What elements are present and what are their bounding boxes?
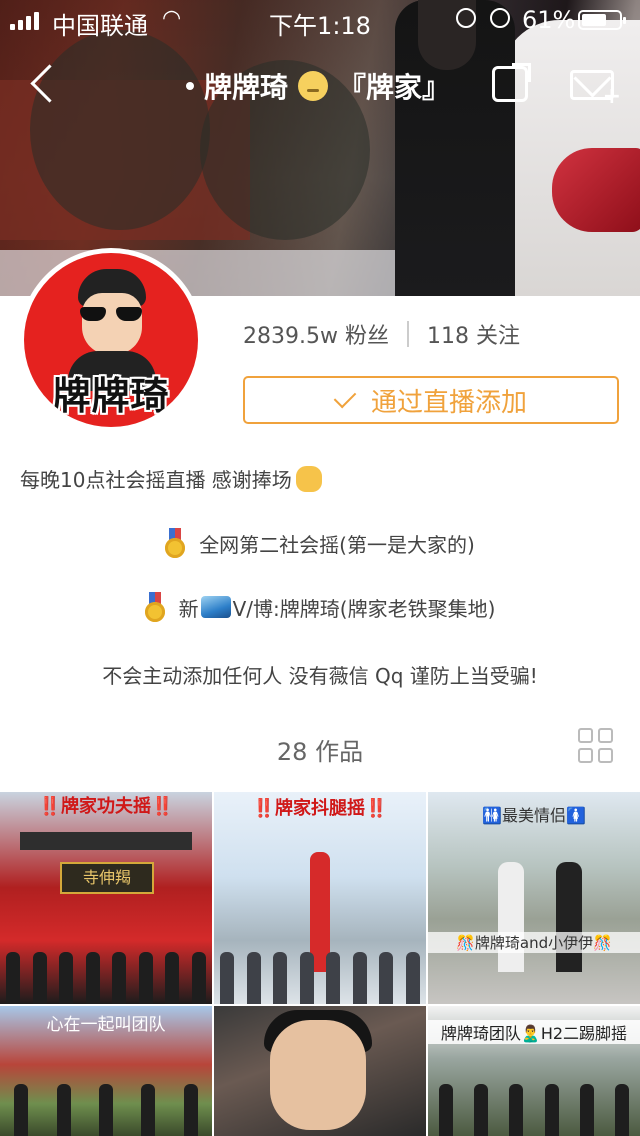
dancers [214, 944, 426, 1004]
followers-count[interactable]: 2839.5w 粉丝 [243, 318, 389, 350]
nav-title-suffix: 『牌家』 [338, 71, 451, 104]
avatar[interactable]: 牌牌琦 [19, 248, 203, 432]
plus-icon: + [602, 84, 621, 109]
dancers [428, 1084, 640, 1136]
work-caption: 牌牌琦团队🙎‍♂️H2二踢脚摇 [428, 1020, 640, 1044]
status-bar: 中国联通 ◠ 下午1:18 61% [0, 0, 640, 40]
work-caption: 心在一起叫团队 [46, 1015, 166, 1035]
gate-sign: 寺伸羯 [60, 862, 154, 894]
bio-line-4: 不会主动添加任何人 没有薇信 Qq 谨防上当受骗! [0, 660, 640, 689]
stats-divider [406, 321, 409, 347]
nav-title: 牌牌琦 『牌家』 [186, 66, 450, 106]
work-caption: 🚻最美情侣🚺 [482, 806, 586, 825]
works-count[interactable]: 28 作品 [0, 732, 640, 767]
alarm-icon [490, 8, 510, 28]
medal-icon [165, 528, 186, 558]
portrait-face [270, 1020, 366, 1130]
person-figure [498, 862, 524, 972]
bio-line-3-text: V/博:牌牌琦(牌家老铁聚集地) [232, 596, 496, 621]
share-button[interactable] [492, 66, 528, 102]
avatar-face [82, 293, 142, 355]
add-via-live-label: 通过直播添加 [370, 387, 527, 418]
dancers [0, 944, 212, 1004]
work-caption: ‼️牌家功夫摇‼️ [38, 796, 174, 817]
work-thumbnail[interactable]: 牌牌琦团队🙎‍♂️H2二踢脚摇 [428, 1006, 640, 1136]
wave-icon [200, 596, 231, 618]
bio-line-2-text: 全网第二社会摇(第一是大家的) [199, 532, 475, 557]
cover-car-light [552, 148, 640, 232]
nav-title-name: 牌牌琦 [204, 71, 289, 104]
gate-sign-text: 寺伸羯 [82, 868, 131, 887]
work-caption: ‼️牌家抖腿摇‼️ [252, 798, 388, 819]
rotation-lock-icon [456, 8, 476, 28]
battery-icon [578, 10, 626, 30]
bio-line-1: 每晚10点社会摇直播 感谢捧场 [20, 464, 322, 493]
battery-percent: 61% [522, 6, 576, 34]
couple-caption: 🎊牌牌琦and小伊伊🎊 [428, 932, 640, 953]
bio-line-4-text: 不会主动添加任何人 没有薇信 Qq 谨防上当受骗! [102, 664, 538, 688]
avatar-image: 牌牌琦 [24, 253, 198, 427]
grid-view-icon[interactable] [578, 728, 614, 764]
profile-stats: 2839.5w 粉丝 118 关注 [243, 318, 520, 350]
message-button[interactable]: + [570, 70, 621, 108]
medal-icon [144, 592, 165, 622]
person-figure [556, 862, 582, 972]
praying-hands-icon [295, 465, 322, 492]
checkmark-icon [333, 385, 357, 409]
work-thumbnail[interactable]: 🚻最美情侣🚺 🎊牌牌琦and小伊伊🎊 [428, 792, 640, 1004]
smiley-icon [298, 71, 329, 101]
back-button[interactable] [24, 60, 64, 108]
bio-line-3-prefix: 新 [178, 596, 199, 621]
bio-line-3: 新 V/博:牌牌琦(牌家老铁聚集地) [0, 592, 640, 622]
work-thumbnail[interactable]: ‼️牌家功夫摇‼️ 寺伸羯 [0, 792, 212, 1004]
work-thumbnail[interactable] [214, 1006, 426, 1136]
add-via-live-button[interactable]: 通过直播添加 [243, 376, 619, 424]
sunglasses-icon [80, 307, 144, 323]
work-thumbnail[interactable]: ‼️牌家抖腿摇‼️ [214, 792, 426, 1004]
dancers [0, 1072, 212, 1136]
following-count[interactable]: 118 关注 [427, 318, 520, 350]
bio-line-1-text: 每晚10点社会摇直播 感谢捧场 [20, 468, 292, 492]
bio-line-2: 全网第二社会摇(第一是大家的) [0, 528, 640, 558]
live-dot-icon [186, 82, 194, 90]
work-thumbnail[interactable]: 心在一起叫团队 [0, 1006, 212, 1136]
avatar-text: 牌牌琦 [52, 374, 170, 418]
